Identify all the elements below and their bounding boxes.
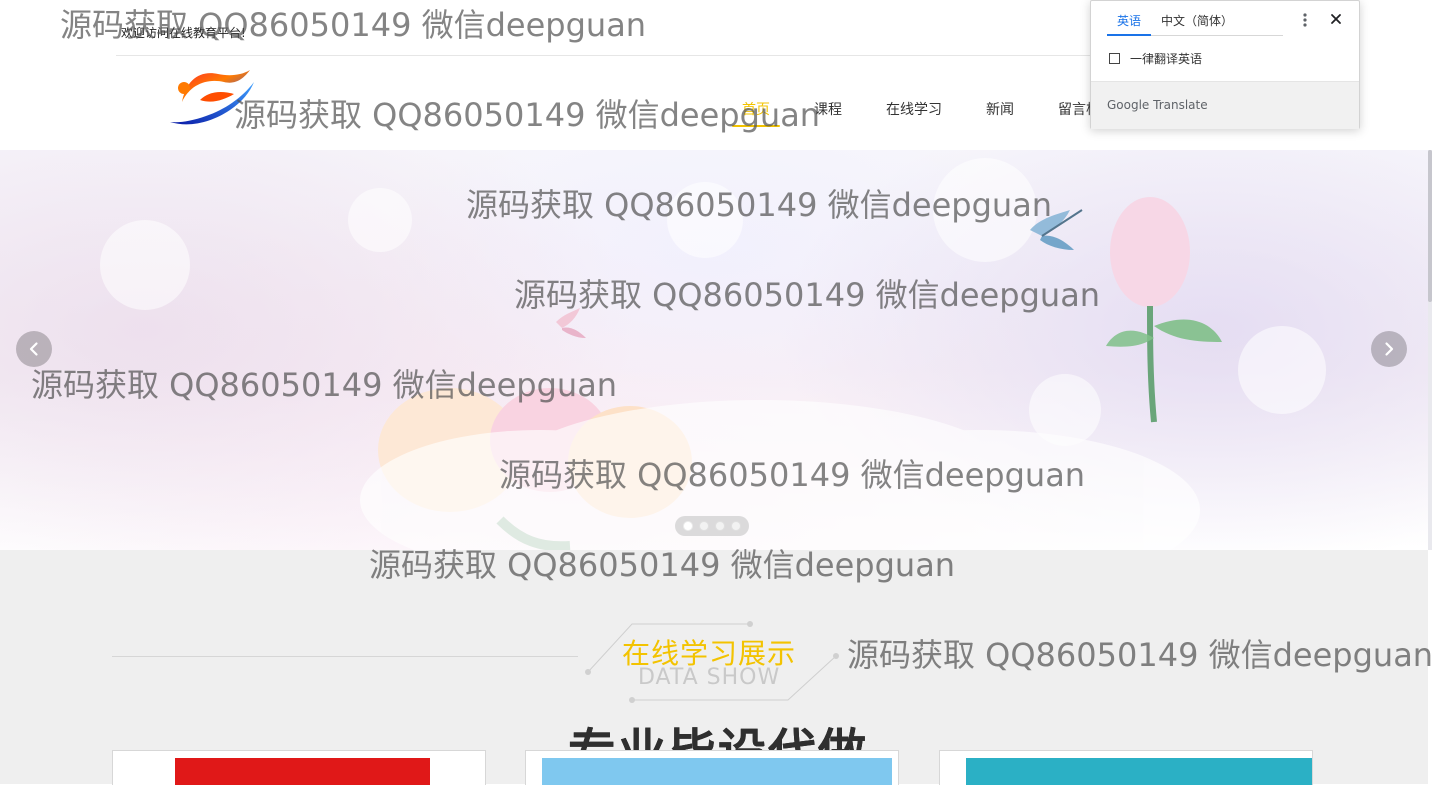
section-subtitle: DATA SHOW [638,665,781,690]
site-logo[interactable] [164,66,260,136]
chevron-right-icon [1385,342,1394,356]
slider-dot-3[interactable] [715,521,725,531]
page-scrollbar-thumb[interactable] [1428,150,1432,302]
slider-dot-4[interactable] [731,521,741,531]
translate-more-button[interactable] [1298,11,1312,29]
course-card-image [175,758,430,785]
section-divider-left [112,656,578,657]
logo-icon [170,70,254,125]
welcome-text: 欢迎访问在线教育平台! [121,26,246,40]
course-card-image [966,758,1312,785]
google-translate-brand: Google Translate [1107,98,1208,112]
page-scrollbar[interactable] [1428,150,1432,550]
course-cards [112,750,1313,785]
course-card-image [542,758,892,785]
slider-prev-button[interactable] [16,331,52,367]
chevron-left-icon [29,342,38,356]
course-card[interactable] [112,750,486,785]
slider-illustration [100,158,1326,550]
slider-dot-2[interactable] [699,521,709,531]
course-card[interactable] [525,750,899,785]
translate-tab-target[interactable]: 中文（简体） [1151,9,1243,35]
translate-always-row: 一律翻译英语 [1109,50,1202,67]
slider-dots [675,516,749,536]
course-card[interactable] [939,750,1313,785]
translate-tab-source[interactable]: 英语 [1107,9,1152,36]
translate-always-label: 一律翻译英语 [1130,52,1203,66]
translate-language-tabs: 英语 中文（简体） [1107,9,1283,36]
hero-slider [0,150,1432,550]
nav-item-home[interactable]: 首页 [732,99,780,127]
translate-popup: 英语 中文（简体） 一律翻译英语 Google Translate [1090,0,1360,129]
close-icon [1331,14,1341,24]
more-vert-icon [1303,13,1307,27]
content-section: 在线学习展示 DATA SHOW 专业毕设代做 [0,550,1428,785]
translate-always-checkbox[interactable] [1109,53,1120,64]
nav-item-courses[interactable]: 课程 [812,99,844,119]
slider-next-button[interactable] [1371,331,1407,367]
watermark-text: 源码获取 QQ86050149 微信deepguan [234,96,821,134]
translate-close-button[interactable] [1328,11,1344,27]
main-nav: 首页 课程 在线学习 新闻 留言板 [732,94,1102,127]
nav-item-news[interactable]: 新闻 [984,99,1016,119]
translate-footer: Google Translate [1091,81,1359,129]
slider-dot-1[interactable] [683,521,693,531]
nav-item-online-learning[interactable]: 在线学习 [884,99,944,119]
